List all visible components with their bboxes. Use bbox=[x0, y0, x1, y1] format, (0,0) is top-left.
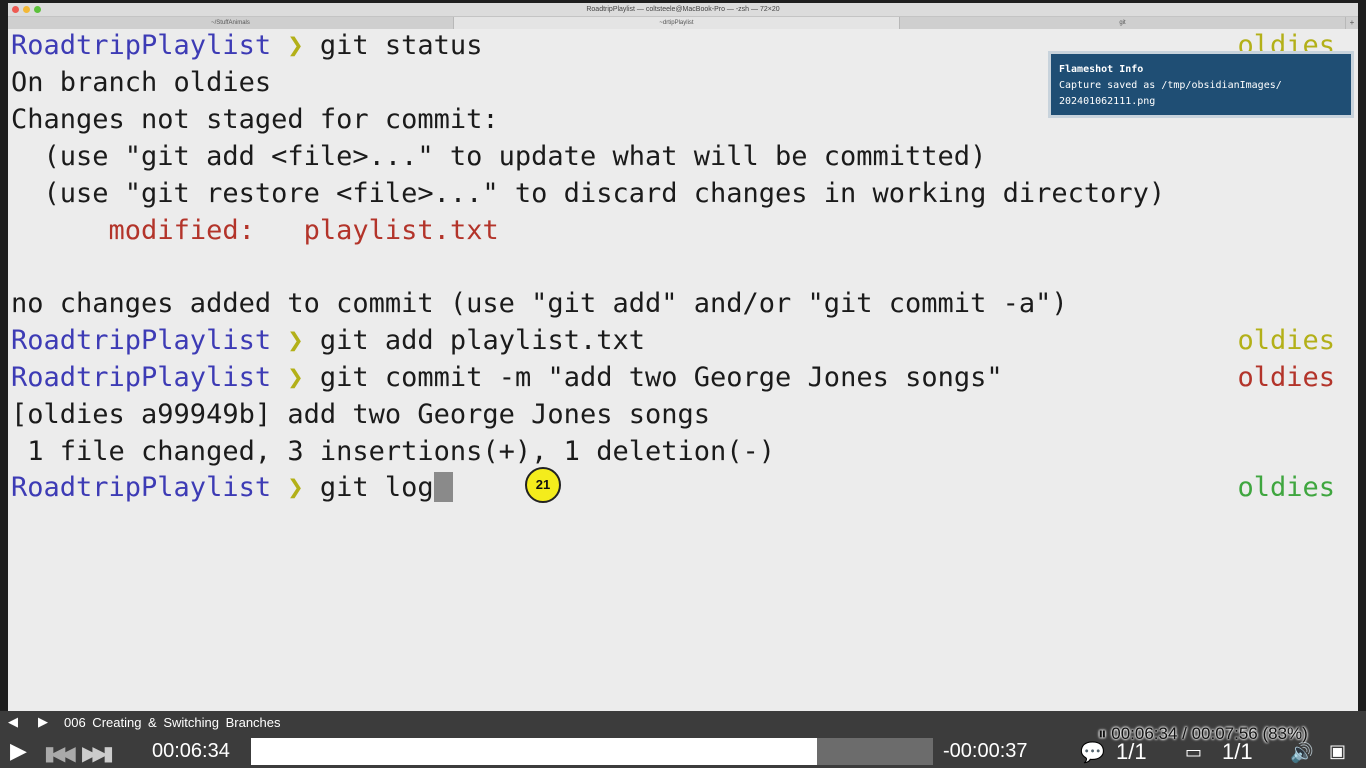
terminal-line: [oldies a99949b] add two George Jones so… bbox=[11, 399, 710, 430]
command-text: git log bbox=[319, 472, 434, 503]
window-titlebar: RoadtripPlaylist — coltsteele@MacBook-Pr… bbox=[8, 3, 1358, 17]
next-track-icon[interactable]: ▶ bbox=[38, 715, 48, 730]
video-title: 006 Creating & Switching Branches bbox=[64, 715, 281, 730]
seek-bar-progress bbox=[251, 738, 818, 765]
terminal-line: no changes added to commit (use "git add… bbox=[11, 288, 1068, 319]
branch-indicator: oldies bbox=[1237, 472, 1335, 503]
elapsed-time: 00:06:34 bbox=[152, 740, 230, 762]
terminal-line-prompt: RoadtripPlaylist ❯ git status bbox=[11, 27, 482, 64]
terminal-line: (use "git add <file>..." to update what … bbox=[11, 141, 987, 172]
terminal-line: 1 file changed, 3 insertions(+), 1 delet… bbox=[11, 436, 776, 467]
notification-message-line: Capture saved as /tmp/obsidianImages/ bbox=[1059, 80, 1282, 91]
terminal-line-prompt: RoadtripPlaylist ❯ git add playlist.txt bbox=[11, 322, 645, 359]
pause-icon: ⏸ bbox=[1098, 724, 1112, 743]
subtitles-icon[interactable]: ▭ bbox=[1185, 742, 1202, 763]
prompt-chevron: ❯ bbox=[287, 362, 304, 393]
prompt-directory: RoadtripPlaylist bbox=[11, 30, 272, 61]
window-title: RoadtripPlaylist — coltsteele@MacBook-Pr… bbox=[586, 6, 780, 13]
prompt-directory: RoadtripPlaylist bbox=[11, 472, 272, 503]
prompt-directory: RoadtripPlaylist bbox=[11, 325, 272, 356]
fullscreen-icon[interactable]: ▣ bbox=[1329, 741, 1346, 762]
remaining-time: -00:00:37 bbox=[943, 740, 1028, 762]
terminal-line: On branch oldies bbox=[11, 67, 272, 98]
prev-track-icon[interactable]: ◀ bbox=[8, 715, 18, 730]
terminal-output[interactable]: RoadtripPlaylist ❯ git status oldies On … bbox=[8, 29, 1358, 711]
screen: RoadtripPlaylist — coltsteele@MacBook-Pr… bbox=[0, 0, 1366, 768]
modified-label: modified: bbox=[108, 215, 255, 246]
branch-indicator: oldies bbox=[1237, 362, 1335, 393]
prompt-chevron: ❯ bbox=[287, 325, 304, 356]
play-icon[interactable]: ▶ bbox=[10, 739, 27, 764]
terminal-line: Changes not staged for commit: bbox=[11, 104, 499, 135]
step-counter-badge: 21 bbox=[525, 467, 561, 503]
volume-icon[interactable]: 🔊 bbox=[1290, 741, 1314, 764]
command-text: git status bbox=[319, 30, 483, 61]
flameshot-notification[interactable]: Flameshot Info Capture saved as /tmp/obs… bbox=[1048, 51, 1354, 118]
branch-indicator: oldies bbox=[1237, 325, 1335, 356]
new-tab-button[interactable]: + bbox=[1346, 17, 1358, 29]
skip-forward-icon[interactable]: ▶▶▮ bbox=[82, 741, 114, 765]
command-text: git add playlist.txt bbox=[319, 325, 645, 356]
terminal-line-prompt: RoadtripPlaylist ❯ git log bbox=[11, 469, 453, 506]
video-player-controls: ◀ ▶ 006 Creating & Switching Branches ▶ … bbox=[0, 711, 1366, 768]
prompt-chevron: ❯ bbox=[287, 30, 304, 61]
terminal-line-prompt: RoadtripPlaylist ❯ git commit -m "add tw… bbox=[11, 359, 1003, 396]
notification-message-line: 202401062111.png bbox=[1059, 96, 1156, 107]
prompt-chevron: ❯ bbox=[287, 472, 304, 503]
playback-osd: ⏸ 00:06:34 / 00:07:56 (83%) bbox=[1098, 724, 1308, 744]
terminal-line: (use "git restore <file>..." to discard … bbox=[11, 178, 1166, 209]
prompt-directory: RoadtripPlaylist bbox=[11, 362, 272, 393]
skip-back-icon[interactable]: ▮◀◀ bbox=[44, 741, 76, 765]
osd-time: 00:06:34 / 00:07:56 (83%) bbox=[1111, 724, 1308, 743]
tab-roadtripplaylist[interactable]: ~drtipPlaylist bbox=[454, 17, 900, 29]
command-text: git commit -m "add two George Jones song… bbox=[319, 362, 1003, 393]
terminal-line-modified: modified: playlist.txt bbox=[11, 212, 499, 249]
modified-file: playlist.txt bbox=[303, 215, 499, 246]
seek-bar[interactable] bbox=[251, 738, 933, 765]
notification-title: Flameshot Info bbox=[1059, 64, 1144, 75]
text-cursor bbox=[433, 472, 453, 502]
